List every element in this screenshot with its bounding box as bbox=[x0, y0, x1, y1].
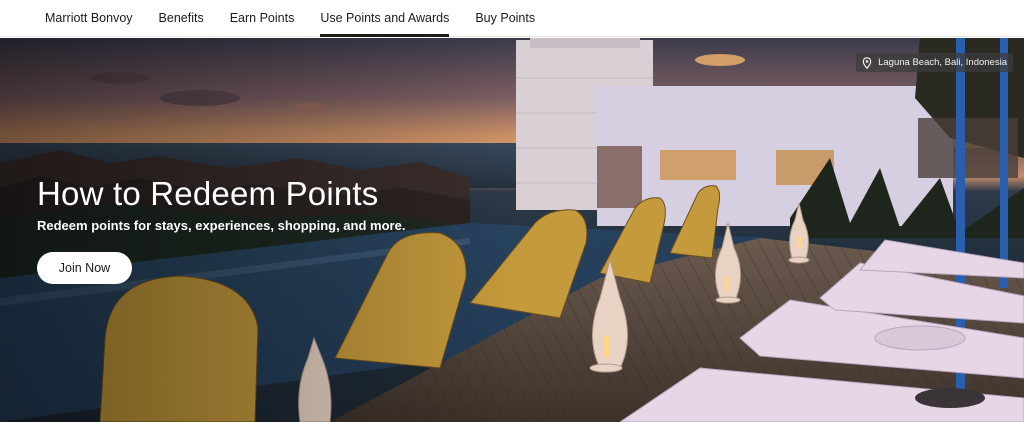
nav-item-earn-points[interactable]: Earn Points bbox=[217, 0, 308, 36]
nav-item-marriott-bonvoy[interactable]: Marriott Bonvoy bbox=[32, 0, 146, 36]
top-navigation: Marriott Bonvoy Benefits Earn Points Use… bbox=[0, 0, 1024, 37]
location-tag: Laguna Beach, Bali, Indonesia bbox=[856, 53, 1013, 72]
nav-item-label: Benefits bbox=[158, 11, 204, 25]
nav-item-label: Use Points and Awards bbox=[320, 11, 450, 25]
nav-item-label: Buy Points bbox=[475, 11, 536, 25]
map-pin-icon bbox=[861, 56, 873, 69]
nav-item-label: Earn Points bbox=[229, 11, 295, 25]
hero-banner: How to Redeem Points Redeem points for s… bbox=[0, 38, 1024, 422]
hero-title: How to Redeem Points bbox=[37, 175, 379, 212]
location-label: Laguna Beach, Bali, Indonesia bbox=[878, 57, 1007, 68]
nav-item-benefits[interactable]: Benefits bbox=[146, 0, 217, 36]
nav-item-buy-points[interactable]: Buy Points bbox=[462, 0, 548, 36]
hero-subtitle: Redeem points for stays, experiences, sh… bbox=[37, 218, 406, 233]
nav-item-label: Marriott Bonvoy bbox=[45, 11, 133, 25]
join-now-button[interactable]: Join Now bbox=[37, 252, 132, 284]
nav-item-use-points-and-awards[interactable]: Use Points and Awards bbox=[307, 0, 462, 37]
